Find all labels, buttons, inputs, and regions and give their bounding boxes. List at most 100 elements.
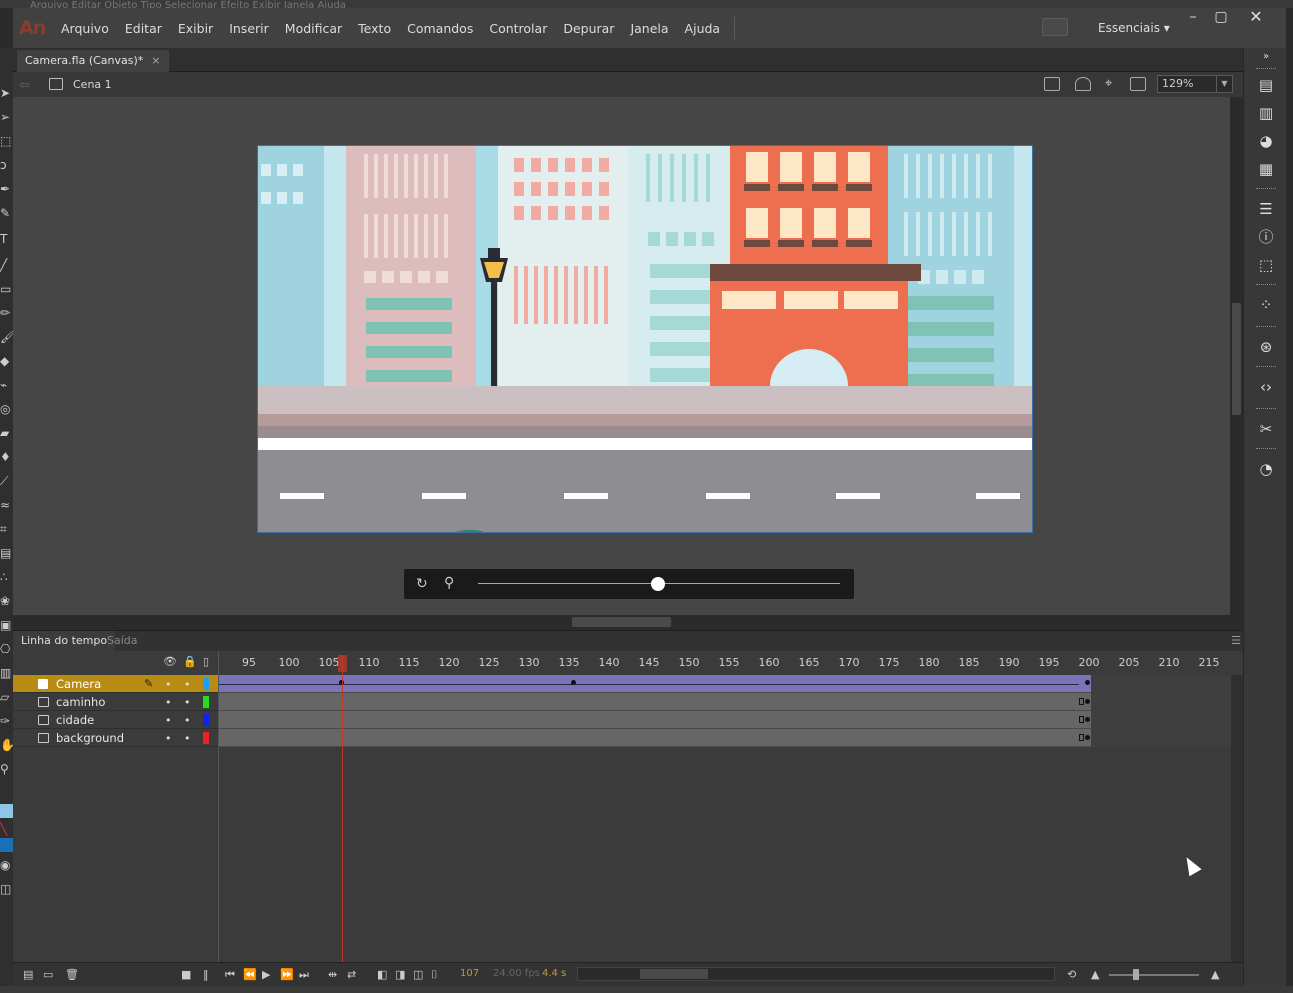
clip-content-icon[interactable] xyxy=(1130,77,1146,91)
layer-row-caminho[interactable]: caminho • • xyxy=(13,693,218,711)
center-frame-icon[interactable]: ⇄ xyxy=(347,968,356,981)
lock-toggle[interactable]: • xyxy=(184,678,191,691)
zoom-select[interactable]: 129% ▼ xyxy=(1157,75,1233,93)
layer-name[interactable]: caminho xyxy=(56,695,105,709)
menu-depurar[interactable]: Depurar xyxy=(555,21,622,36)
menu-controlar[interactable]: Controlar xyxy=(481,21,555,36)
code-snippets-icon[interactable]: ‹› xyxy=(1256,378,1276,396)
menu-texto[interactable]: Texto xyxy=(350,21,399,36)
fill-color-swatch[interactable] xyxy=(0,838,13,852)
menu-comandos[interactable]: Comandos xyxy=(399,21,481,36)
layer-name[interactable]: Camera xyxy=(56,677,101,691)
smooth-icon[interactable]: ◫ xyxy=(0,882,13,896)
frame-size-slider-handle[interactable] xyxy=(1133,969,1139,980)
transform-icon[interactable]: ⬚ xyxy=(1256,256,1276,274)
menu-janela[interactable]: Janela xyxy=(622,21,676,36)
frame-ruler[interactable]: 95 100 105 110 115 120 125 130 135 140 145 150 155 16… xyxy=(219,651,1231,673)
properties-icon[interactable]: ▤ xyxy=(1256,76,1276,94)
panel-grip[interactable] xyxy=(1256,326,1276,329)
camera-zoom-icon[interactable]: ⚲ xyxy=(444,575,454,591)
end-frame-marker[interactable] xyxy=(1079,698,1084,705)
stage-canvas[interactable] xyxy=(257,145,1033,533)
bind-tool-icon[interactable]: ⎔ xyxy=(0,642,13,656)
color-icon[interactable]: ◕ xyxy=(1256,132,1276,150)
center-playhead-icon[interactable]: ⟲ xyxy=(1067,968,1076,981)
new-folder-icon[interactable]: ▭ xyxy=(43,968,53,981)
collapse-dock-icon[interactable]: » xyxy=(1256,48,1276,66)
modify-markers-icon[interactable]: ⌷ xyxy=(431,968,438,982)
layer-name[interactable]: cidade xyxy=(56,713,94,727)
line-tool-icon[interactable]: ╱ xyxy=(0,258,13,272)
layer-outline-color-swatch[interactable] xyxy=(203,714,209,726)
step-forward-icon[interactable]: ⏩ xyxy=(280,968,294,981)
menu-inserir[interactable]: Inserir xyxy=(221,21,277,36)
layer-outline-color-swatch[interactable] xyxy=(203,732,209,744)
camera-zoom-slider-handle[interactable] xyxy=(651,577,665,591)
layer-outline-color-swatch[interactable] xyxy=(203,678,209,690)
stroke-color-swatch[interactable] xyxy=(0,804,13,818)
go-first-frame-icon[interactable]: ⏮ xyxy=(225,968,235,982)
chart-tool-icon[interactable]: ▥ xyxy=(0,666,13,680)
show-all-layers-icon[interactable]: 👁 xyxy=(163,655,177,668)
go-last-frame-icon[interactable]: ⏭ xyxy=(299,968,309,982)
frame-row-background[interactable] xyxy=(219,729,1231,747)
eraser2-tool-icon[interactable]: ▱ xyxy=(0,690,13,704)
minimize-button[interactable]: – xyxy=(1178,8,1208,30)
lock-toggle[interactable]: • xyxy=(184,732,191,745)
frame-row-Camera[interactable] xyxy=(219,675,1231,693)
onion-skin-icon[interactable]: ◧ xyxy=(377,968,387,981)
back-arrow-icon[interactable]: ⇦ xyxy=(19,78,30,93)
center-stage-icon[interactable]: ⌖ xyxy=(1105,77,1121,91)
menu-modificar[interactable]: Modificar xyxy=(277,21,350,36)
tab-timeline[interactable]: Linha do tempo xyxy=(13,631,116,652)
lock-all-layers-icon[interactable]: 🔒 xyxy=(183,655,197,668)
menu-arquivo[interactable]: Arquivo xyxy=(53,21,117,36)
chevron-down-icon[interactable]: ▼ xyxy=(1216,76,1232,92)
keyframe-marker[interactable] xyxy=(1085,699,1090,704)
hand-tool-icon[interactable]: ✋ xyxy=(0,738,13,752)
panel-grip[interactable] xyxy=(1256,366,1276,369)
visibility-toggle[interactable]: • xyxy=(165,678,172,691)
empty-frames[interactable] xyxy=(1091,711,1231,729)
no-color-icon[interactable]: ╲ xyxy=(0,822,13,836)
menu-ajuda[interactable]: Ajuda xyxy=(677,21,729,36)
end-frame-marker[interactable] xyxy=(1079,734,1084,741)
pen-tool-icon[interactable]: ✒ xyxy=(0,182,13,196)
frame-rate[interactable]: 24.00 fps xyxy=(493,968,540,979)
layer-frame-divider[interactable] xyxy=(218,651,219,962)
stage-horizontal-scrollbar-thumb[interactable] xyxy=(572,617,671,627)
add-camera-icon[interactable]: ■ xyxy=(181,968,191,981)
eraser-tool-icon[interactable]: ▰ xyxy=(0,426,13,440)
frame-row-cidade[interactable] xyxy=(219,711,1231,729)
lock-toggle[interactable]: • xyxy=(184,714,191,727)
current-frame[interactable]: 107 xyxy=(460,968,479,979)
pen-add-tool-icon[interactable]: ✎ xyxy=(0,206,13,220)
outline-all-layers-icon[interactable]: ▯ xyxy=(203,655,209,668)
empty-frames[interactable] xyxy=(1091,675,1231,693)
panel-menu-icon[interactable]: ☰ xyxy=(1231,634,1241,647)
help-icon[interactable]: ◔ xyxy=(1256,460,1276,478)
creative-cloud-icon[interactable]: ⊛ xyxy=(1256,338,1276,356)
library-icon[interactable]: ▥ xyxy=(1256,104,1276,122)
brush-tool-icon[interactable]: 🖌 xyxy=(0,330,13,344)
layer-outline-color-swatch[interactable] xyxy=(203,696,209,708)
lasso-tool-icon[interactable]: ↄ xyxy=(0,158,13,172)
paint-bucket-tool-icon[interactable]: ◆ xyxy=(0,354,13,368)
ink-bottle-tool-icon[interactable]: ♦ xyxy=(0,450,13,464)
visibility-toggle[interactable]: • xyxy=(165,696,172,709)
close-window-button[interactable]: ✕ xyxy=(1241,8,1271,30)
stage-vertical-scrollbar-thumb[interactable] xyxy=(1232,303,1241,415)
pencil-tool-icon[interactable]: ✏ xyxy=(0,306,13,320)
play-icon[interactable]: ▶ xyxy=(262,968,270,981)
stage-horizontal-scrollbar[interactable] xyxy=(13,615,1230,629)
menu-exibir[interactable]: Exibir xyxy=(170,21,221,36)
layer-name[interactable]: background xyxy=(56,731,124,745)
tab-output[interactable]: Saída xyxy=(107,631,138,652)
timeline-horizontal-scrollbar-thumb[interactable] xyxy=(640,969,708,979)
layer-row-cidade[interactable]: cidade • • xyxy=(13,711,218,729)
panel-grip[interactable] xyxy=(1256,284,1276,287)
spray-tool-icon[interactable]: ∴ xyxy=(0,570,13,584)
subselection-tool-icon[interactable]: ➢ xyxy=(0,110,13,124)
timeline-vertical-scrollbar[interactable] xyxy=(1231,675,1243,962)
layer-row-Camera[interactable]: Camera ✎ • • xyxy=(13,675,218,693)
